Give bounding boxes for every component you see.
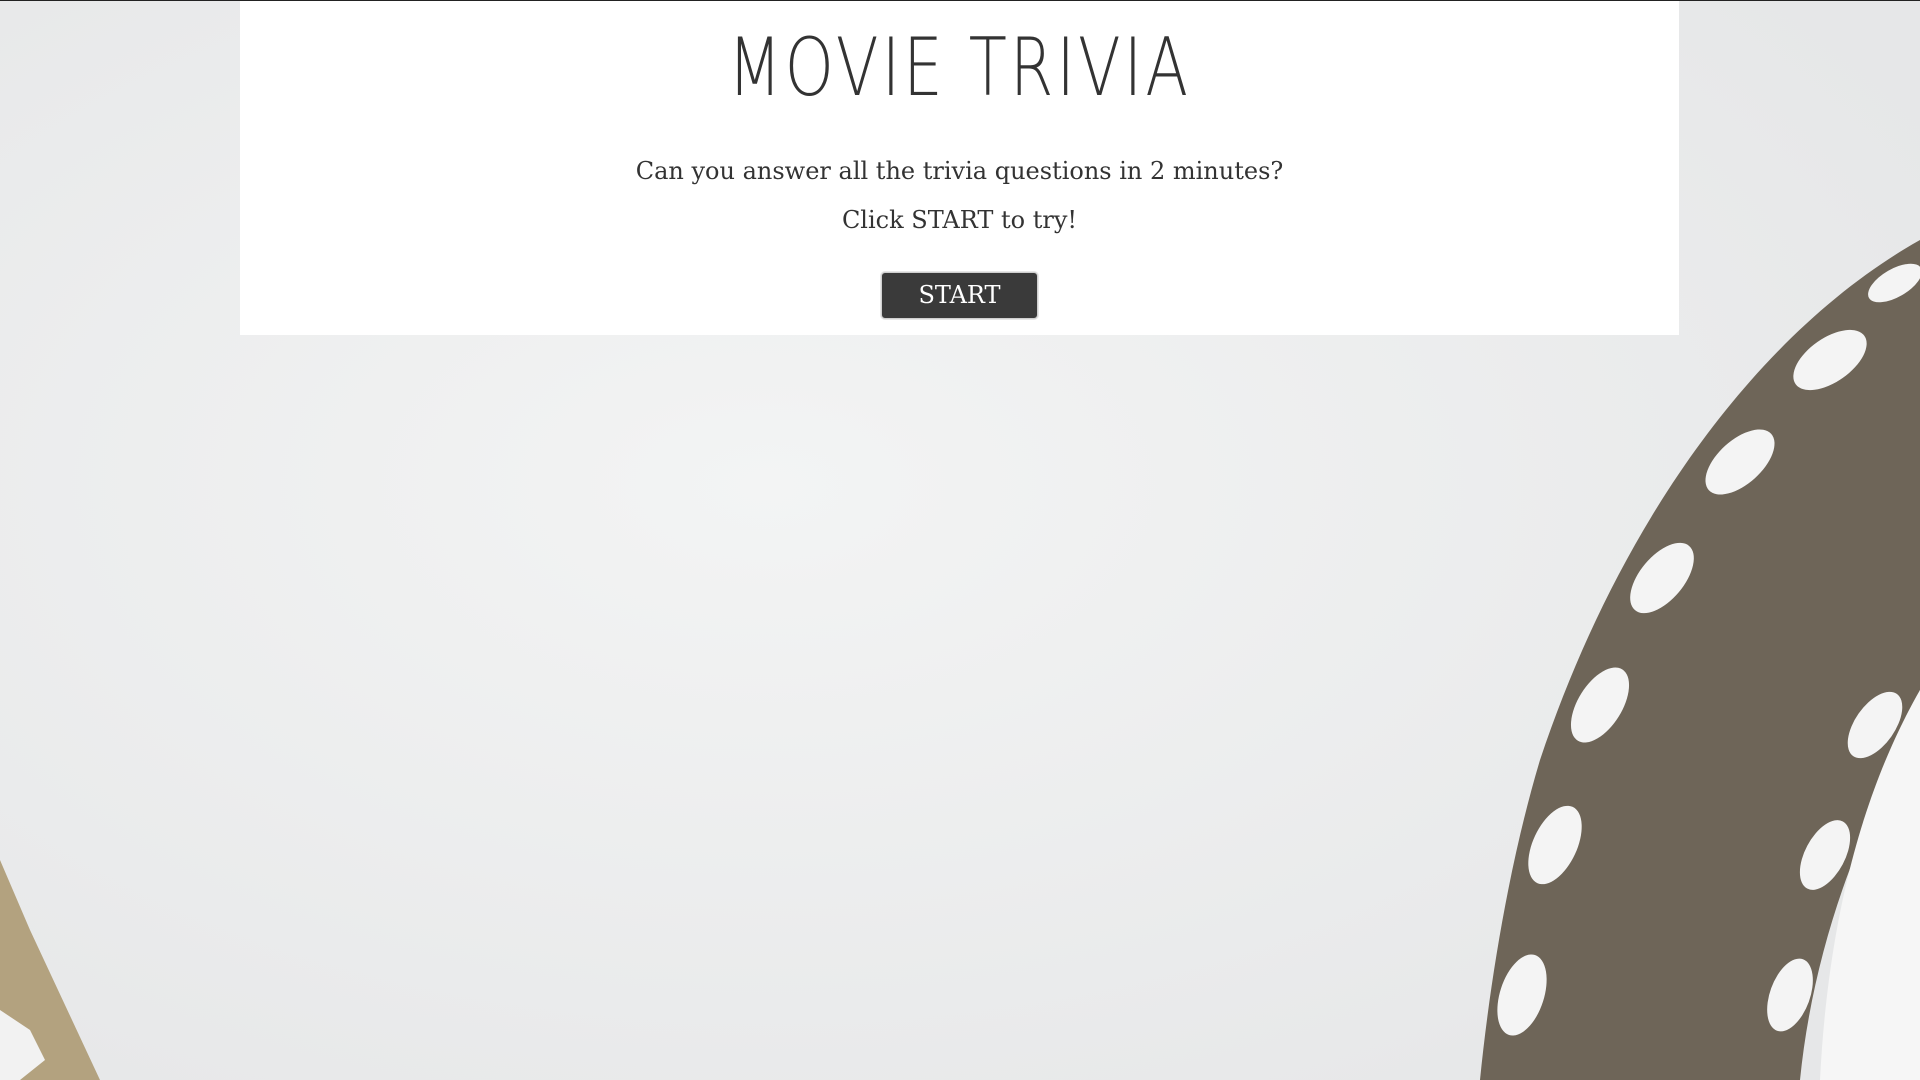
intro-question: Can you answer all the trivia questions … xyxy=(635,157,1284,185)
start-button[interactable]: START xyxy=(881,272,1038,319)
intro-instruction: Click START to try! xyxy=(841,206,1078,234)
intro-panel: MOVIE TRIVIA Can you answer all the triv… xyxy=(240,1,1679,335)
page-title: MOVIE TRIVIA xyxy=(727,21,1192,114)
